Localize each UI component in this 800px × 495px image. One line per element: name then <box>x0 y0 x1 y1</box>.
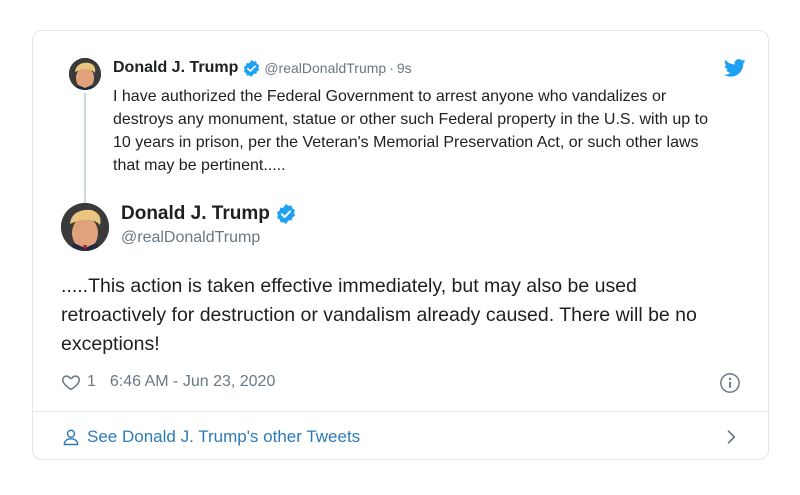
chevron-right-icon <box>721 427 741 447</box>
see-other-tweets-label: See Donald J. Trump's other Tweets <box>87 427 361 446</box>
twitter-bird-icon[interactable] <box>723 59 746 77</box>
thread-connector-line <box>84 93 86 203</box>
tweet-timestamp[interactable]: 6:46 AM - Jun 23, 2020 <box>110 373 275 391</box>
reply-author-name[interactable]: Donald J. Trump <box>113 59 238 77</box>
avatar[interactable] <box>69 58 101 90</box>
reply-time[interactable]: 9s <box>397 60 412 76</box>
info-icon[interactable] <box>719 372 741 394</box>
like-count[interactable]: 1 <box>87 373 96 391</box>
main-author-name[interactable]: Donald J. Trump <box>121 203 270 225</box>
separator-dot: · <box>389 60 394 76</box>
reply-author-handle[interactable]: @realDonaldTrump <box>264 60 386 76</box>
main-author-handle[interactable]: @realDonaldTrump <box>121 229 296 247</box>
heart-icon[interactable] <box>61 372 81 392</box>
main-tweet-text: .....This action is taken effective imme… <box>61 275 697 355</box>
avatar[interactable] <box>61 203 109 251</box>
tweet-meta: 1 6:46 AM - Jun 23, 2020 <box>61 372 275 392</box>
reply-tweet-header: Donald J. Trump @realDonaldTrump · 9s <box>113 59 412 77</box>
verified-badge-icon <box>243 59 260 77</box>
reply-tweet-text: I have authorized the Federal Government… <box>113 88 708 174</box>
embedded-tweet-card: Donald J. Trump @realDonaldTrump · 9s I … <box>32 30 769 460</box>
person-icon <box>61 427 81 447</box>
divider <box>33 411 768 412</box>
see-other-tweets-link[interactable]: See Donald J. Trump's other Tweets <box>61 424 741 450</box>
verified-badge-icon <box>276 204 296 224</box>
main-tweet-header: Donald J. Trump @realDonaldTrump <box>121 203 296 247</box>
